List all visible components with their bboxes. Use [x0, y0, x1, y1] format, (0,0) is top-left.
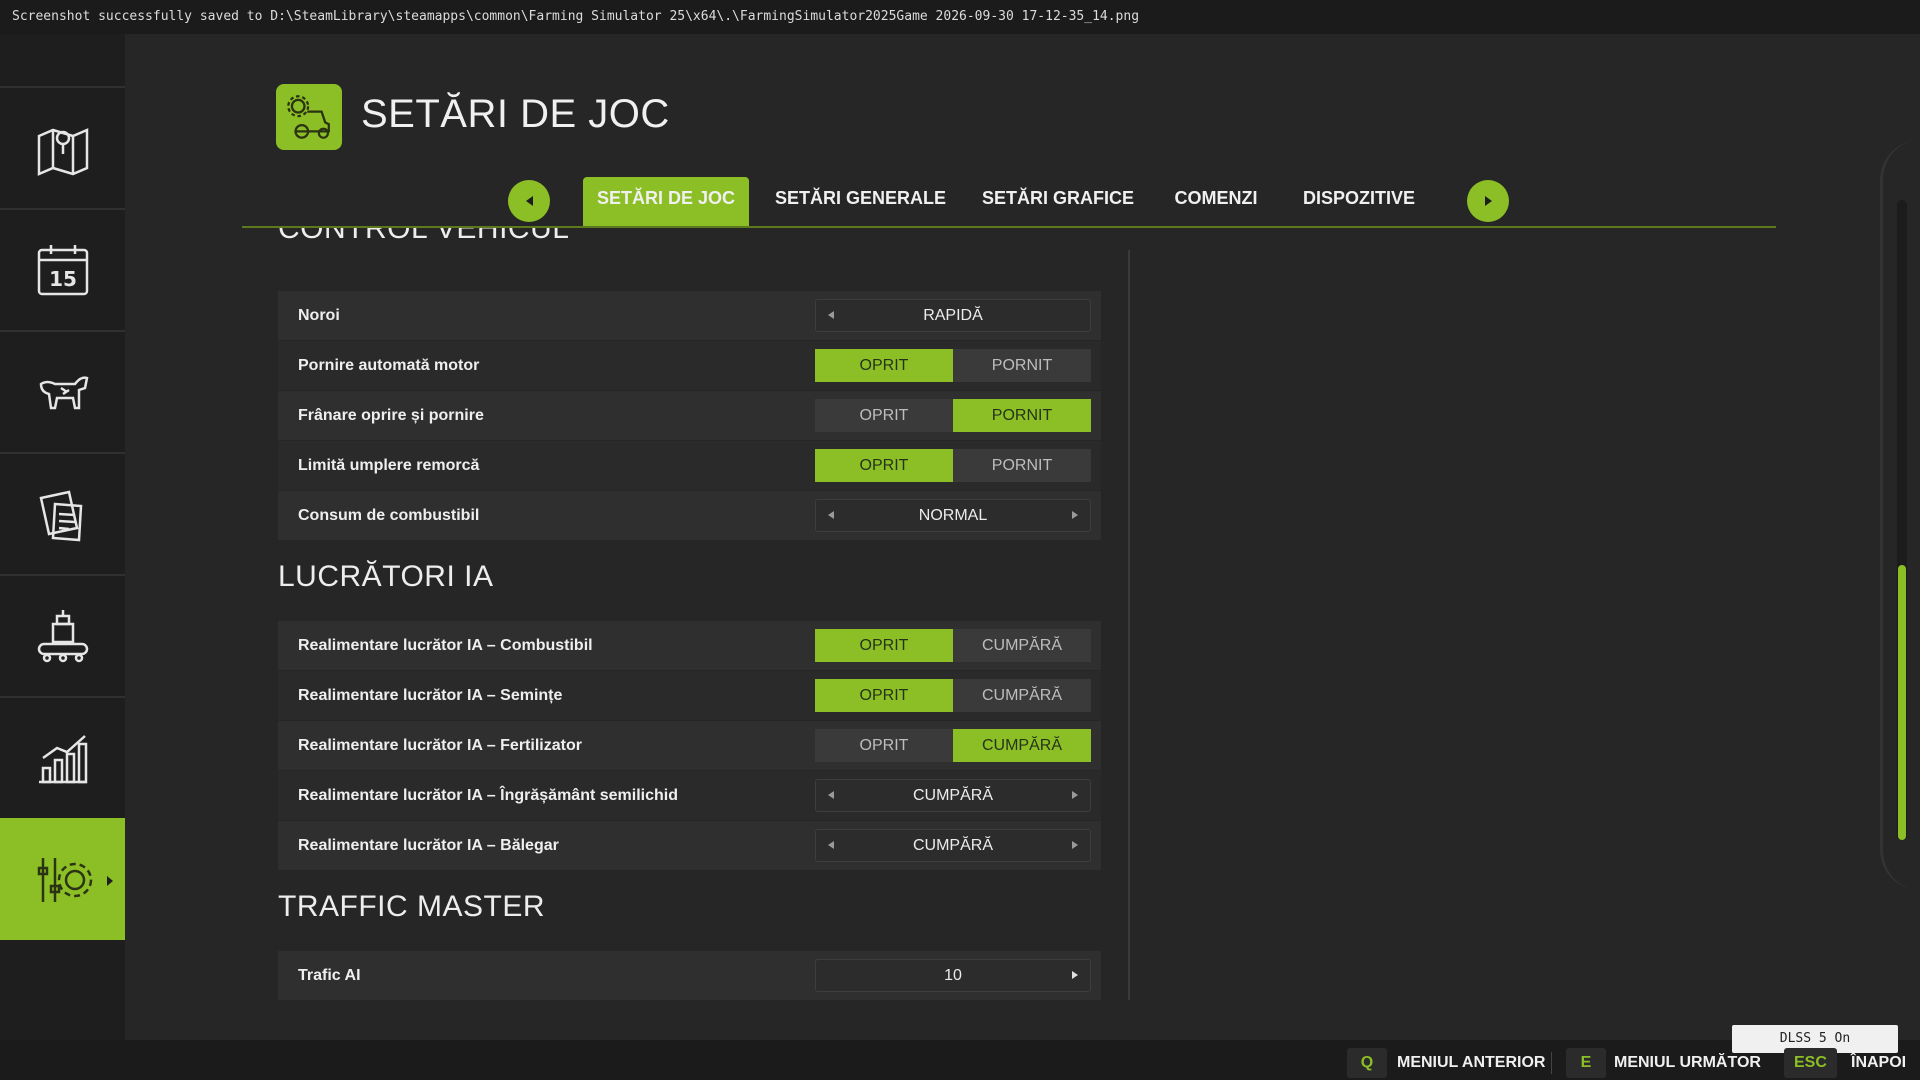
toggle-option-off[interactable]: OPRIT — [815, 349, 953, 382]
settings-list[interactable]: CONTROL VEHICUL Noroi RAPIDĂ Pornire aut… — [270, 228, 1110, 1004]
scrollbar-thumb[interactable] — [1898, 565, 1906, 840]
calendar-day-number: 15 — [49, 267, 77, 291]
ai-slurry-stepper[interactable]: CUMPĂRĂ — [815, 779, 1091, 812]
ai-fertilizer-toggle[interactable]: OPRIT CUMPĂRĂ — [815, 729, 1091, 762]
sidebar: 15 — [0, 34, 125, 1040]
next-menu-label[interactable]: MENIUL URMĂTOR — [1614, 1050, 1761, 1076]
contracts-icon — [39, 490, 82, 542]
statistics-icon — [38, 735, 87, 784]
setting-row-ai-fuel[interactable]: Realimentare lucrător IA – Combustibil O… — [278, 621, 1101, 670]
arrow-right-icon[interactable] — [1072, 791, 1078, 799]
animals-icon — [39, 376, 88, 410]
toggle-option-off[interactable]: OPRIT — [815, 449, 953, 482]
toggle-option-off[interactable]: OPRIT — [815, 679, 953, 712]
setting-label: Realimentare lucrător IA – Combustibil — [298, 637, 593, 654]
prev-tab-button[interactable] — [508, 180, 550, 222]
setting-label: Frânare oprire și pornire — [298, 407, 484, 424]
setting-label: Trafic AI — [298, 967, 361, 984]
section-title-traffic: TRAFFIC MASTER — [278, 890, 545, 923]
sidebar-item-animals[interactable] — [0, 330, 125, 452]
ai-manure-stepper[interactable]: CUMPĂRĂ — [815, 829, 1091, 862]
fuel-usage-stepper[interactable]: NORMAL — [815, 499, 1091, 532]
tab-controls[interactable]: COMENZI — [1173, 177, 1259, 226]
next-menu-key[interactable]: E — [1566, 1048, 1606, 1078]
setting-label: Limită umplere remorcă — [298, 457, 480, 474]
active-indicator-arrow — [107, 876, 113, 886]
production-icon — [37, 610, 88, 663]
setting-row-ai-slurry[interactable]: Realimentare lucrător IA – Îngrășământ s… — [278, 771, 1101, 820]
stepper-value: CUMPĂRĂ — [912, 837, 993, 854]
tab-graphics-settings[interactable]: SETĂRI GRAFICE — [982, 177, 1134, 226]
tab-devices[interactable]: DISPOZITIVE — [1301, 177, 1417, 226]
setting-row-traffic-ai[interactable]: Trafic AI 10 — [278, 951, 1101, 1000]
sidebar-item-production[interactable] — [0, 574, 125, 696]
trailer-fill-limit-toggle[interactable]: OPRIT PORNIT — [815, 449, 1091, 482]
toggle-option-off[interactable]: OPRIT — [815, 729, 953, 762]
toggle-option-on[interactable]: PORNIT — [953, 399, 1091, 432]
setting-row-auto-motor-start[interactable]: Pornire automată motor OPRIT PORNIT — [278, 341, 1101, 390]
sidebar-item-contracts[interactable] — [0, 452, 125, 574]
next-tab-button[interactable] — [1467, 180, 1509, 222]
toggle-option-on[interactable]: PORNIT — [953, 349, 1091, 382]
stepper-value: 10 — [944, 967, 962, 984]
toggle-option-off[interactable]: OPRIT — [815, 629, 953, 662]
prev-menu-label[interactable]: MENIUL ANTERIOR — [1397, 1050, 1545, 1076]
setting-row-stop-go-braking[interactable]: Frânare oprire și pornire OPRIT PORNIT — [278, 391, 1101, 440]
toggle-option-buy[interactable]: CUMPĂRĂ — [953, 729, 1091, 762]
page-title: SETĂRI DE JOC — [361, 92, 670, 136]
setting-row-trailer-fill-limit[interactable]: Limită umplere remorcă OPRIT PORNIT — [278, 441, 1101, 490]
tab-general-settings[interactable]: SETĂRI GENERALE — [775, 177, 946, 226]
auto-motor-start-toggle[interactable]: OPRIT PORNIT — [815, 349, 1091, 382]
mud-stepper[interactable]: RAPIDĂ — [815, 299, 1091, 332]
setting-row-mud[interactable]: Noroi RAPIDĂ — [278, 291, 1101, 340]
arrow-right-icon[interactable] — [1072, 511, 1078, 519]
section-title-vehicle: CONTROL VEHICUL — [278, 228, 570, 245]
stepper-value: CUMPĂRĂ — [912, 787, 993, 804]
setting-label: Realimentare lucrător IA – Bălegar — [298, 837, 559, 854]
toggle-option-buy[interactable]: CUMPĂRĂ — [953, 679, 1091, 712]
stop-go-braking-toggle[interactable]: OPRIT PORNIT — [815, 399, 1091, 432]
stepper-value: NORMAL — [918, 507, 988, 524]
prev-menu-key[interactable]: Q — [1347, 1048, 1387, 1078]
content-divider — [1128, 250, 1130, 1000]
setting-row-fuel-usage[interactable]: Consum de combustibil NORMAL — [278, 491, 1101, 540]
back-key[interactable]: ESC — [1784, 1048, 1837, 1078]
setting-row-ai-manure[interactable]: Realimentare lucrător IA – Bălegar CUMPĂ… — [278, 821, 1101, 870]
traffic-ai-stepper[interactable]: 10 — [815, 959, 1091, 992]
tractor-gear-icon — [276, 84, 342, 150]
chevron-left-icon — [525, 196, 533, 206]
chevron-right-icon — [1484, 196, 1492, 206]
setting-label: Realimentare lucrător IA – Îngrășământ s… — [298, 787, 678, 804]
calendar-icon: 15 — [37, 245, 88, 296]
setting-label: Pornire automată motor — [298, 357, 480, 374]
sidebar-item-settings[interactable] — [0, 818, 125, 940]
screenshot-saved-notice: Screenshot successfully saved to D:\Stea… — [0, 0, 1920, 34]
settings-icon — [37, 858, 92, 902]
ai-seeds-toggle[interactable]: OPRIT CUMPĂRĂ — [815, 679, 1091, 712]
setting-row-ai-seeds[interactable]: Realimentare lucrător IA – Semințe OPRIT… — [278, 671, 1101, 720]
setting-label: Realimentare lucrător IA – Fertilizator — [298, 737, 582, 754]
back-label[interactable]: ÎNAPOI — [1851, 1050, 1906, 1076]
setting-label: Consum de combustibil — [298, 507, 480, 524]
arrow-right-icon[interactable] — [1072, 971, 1078, 979]
setting-label: Realimentare lucrător IA – Semințe — [298, 687, 563, 704]
toggle-option-on[interactable]: PORNIT — [953, 449, 1091, 482]
sidebar-item-map[interactable] — [0, 86, 125, 208]
ai-fuel-toggle[interactable]: OPRIT CUMPĂRĂ — [815, 629, 1091, 662]
tab-game-settings[interactable]: SETĂRI DE JOC — [583, 177, 749, 226]
arrow-right-icon[interactable] — [1072, 841, 1078, 849]
stepper-value: RAPIDĂ — [923, 307, 983, 324]
toggle-option-off[interactable]: OPRIT — [815, 399, 953, 432]
sidebar-item-calendar[interactable]: 15 — [0, 208, 125, 330]
map-icon — [37, 128, 88, 176]
toggle-option-buy[interactable]: CUMPĂRĂ — [953, 629, 1091, 662]
section-title-ai-workers: LUCRĂTORI IA — [278, 560, 494, 593]
sidebar-item-statistics[interactable] — [0, 696, 125, 818]
setting-row-ai-fertilizer[interactable]: Realimentare lucrător IA – Fertilizator … — [278, 721, 1101, 770]
hint-separator — [1551, 1052, 1552, 1074]
setting-label: Noroi — [298, 307, 340, 324]
